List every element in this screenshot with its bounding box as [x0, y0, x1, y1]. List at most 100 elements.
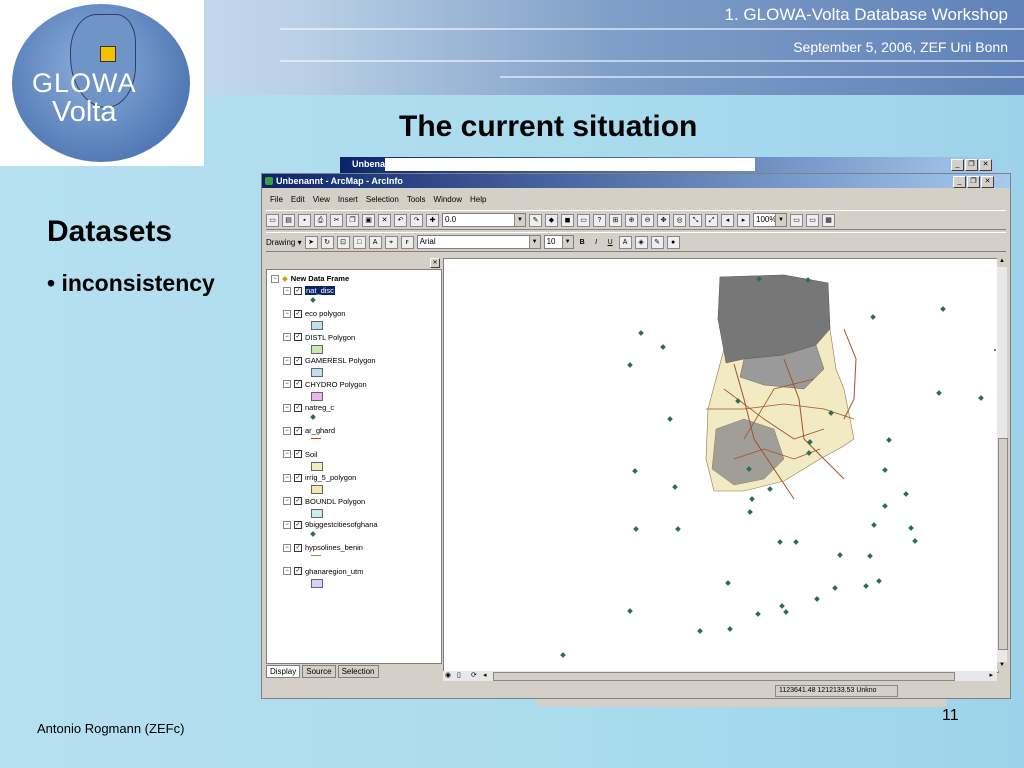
menu-file[interactable]: File [270, 195, 283, 204]
background-window-titlebar[interactable]: Unbenan _ ❐ ✕ [340, 157, 996, 173]
delete-icon[interactable]: ✕ [378, 213, 391, 227]
layer-item[interactable]: − ✓ eco polygon [283, 309, 345, 318]
vertical-scroll-thumb[interactable] [998, 438, 1008, 650]
close-button[interactable]: ✕ [981, 176, 994, 188]
collapse-icon[interactable]: − [283, 333, 291, 342]
text-tool-icon[interactable]: A [368, 235, 382, 249]
visibility-checkbox[interactable]: ✓ [294, 356, 302, 365]
map-canvas[interactable] [444, 259, 998, 672]
arccatalog-icon[interactable]: ◼ [561, 213, 574, 227]
data-frame-item[interactable]: − ◆ New Data Frame [271, 274, 349, 283]
collapse-icon[interactable]: − [283, 567, 291, 576]
layer-item[interactable]: − ✓ ghanaregion_utm [283, 567, 363, 576]
collapse-icon[interactable]: − [283, 520, 291, 529]
tab-source[interactable]: Source [302, 665, 336, 678]
rectangle-icon[interactable]: □ [352, 235, 366, 249]
chevron-down-icon[interactable]: ▼ [514, 214, 525, 226]
zoom-in-icon[interactable]: ⊕ [625, 213, 638, 227]
tab-selection[interactable]: Selection [337, 665, 379, 678]
collapse-icon[interactable]: − [283, 497, 291, 506]
fixed-zoom-in-icon[interactable]: ⤡ [689, 213, 702, 227]
visibility-checkbox[interactable]: ✓ [294, 473, 302, 482]
map-scale-input[interactable]: 0.0 ▼ [442, 213, 526, 227]
paste-icon[interactable]: ▣ [362, 213, 375, 227]
open-folder-icon[interactable]: ▤ [282, 213, 295, 227]
layer-item[interactable]: − ✓ 9biggestcitiesofghana [283, 520, 378, 529]
layer-item[interactable]: − ✓ CHYDRO Polygon [283, 380, 367, 389]
collapse-icon[interactable]: − [283, 380, 291, 389]
print-icon[interactable]: ⎙ [314, 213, 327, 227]
italic-button[interactable]: I [591, 237, 602, 248]
collapse-icon[interactable]: − [271, 274, 279, 283]
whats-this-icon[interactable]: ? [593, 213, 606, 227]
back-extent-icon[interactable]: ◂ [721, 213, 734, 227]
collapse-icon[interactable]: − [283, 426, 291, 435]
layer-item[interactable]: − ✓ BOUNDL Polygon [283, 497, 365, 506]
new-document-icon[interactable]: ▭ [266, 213, 279, 227]
refresh-icon[interactable]: ⟳ [471, 671, 477, 679]
copy-icon[interactable]: ❐ [346, 213, 359, 227]
zoom-combo[interactable]: 100% ▼ [753, 213, 787, 227]
collapse-icon[interactable]: − [283, 473, 291, 482]
drawing-menu[interactable]: Drawing ▾ [266, 238, 302, 247]
scroll-up-icon[interactable]: ▲ [997, 258, 1007, 267]
visibility-checkbox[interactable]: ✓ [294, 567, 302, 576]
visibility-checkbox[interactable]: ✓ [294, 450, 302, 459]
add-data-icon[interactable]: ✚ [426, 213, 439, 227]
menu-selection[interactable]: Selection [366, 195, 399, 204]
collapse-icon[interactable]: − [283, 356, 291, 365]
layer-item[interactable]: − ✓ irrig_5_polygon [283, 473, 356, 482]
bold-button[interactable]: B [577, 237, 588, 248]
menu-window[interactable]: Window [434, 195, 462, 204]
arctoolbox-icon[interactable]: ◆ [545, 213, 558, 227]
horizontal-scroll-thumb[interactable] [493, 672, 955, 681]
scroll-right-icon[interactable]: ▸ [989, 671, 993, 679]
layer-item[interactable]: − ✓ GAMERESL Polygon [283, 356, 376, 365]
layer-item[interactable]: − ✓ Soil [283, 450, 318, 459]
collapse-icon[interactable]: − [283, 286, 291, 295]
visibility-checkbox[interactable]: ✓ [294, 426, 302, 435]
visibility-checkbox[interactable]: ✓ [294, 286, 302, 295]
page-icon[interactable]: ▭ [790, 213, 803, 227]
collapse-icon[interactable]: − [283, 450, 291, 459]
marker-color-icon[interactable]: ● [666, 235, 680, 249]
edit-vertices-icon[interactable]: ⌖ [384, 235, 398, 249]
visibility-checkbox[interactable]: ✓ [294, 497, 302, 506]
chevron-down-icon[interactable]: ▼ [775, 214, 786, 226]
minimize-button[interactable]: _ [953, 176, 966, 188]
restore-button[interactable]: ❐ [965, 159, 978, 171]
fill-color-icon[interactable]: ◈ [634, 235, 648, 249]
visibility-checkbox[interactable]: ✓ [294, 333, 302, 342]
full-extent-icon[interactable]: ◎ [673, 213, 686, 227]
editor-toolbar-icon[interactable]: ✎ [529, 213, 542, 227]
select-elements-icon[interactable]: ➤ [304, 235, 318, 249]
layout-view-icon[interactable]: ▯ [457, 671, 461, 679]
collapse-icon[interactable]: − [283, 403, 291, 412]
pan-icon[interactable]: ✥ [657, 213, 670, 227]
font-color-icon[interactable]: A [618, 235, 632, 249]
cut-icon[interactable]: ✂ [330, 213, 343, 227]
layer-item[interactable]: − ✓ natreg_c [283, 403, 334, 412]
menu-view[interactable]: View [313, 195, 330, 204]
close-icon[interactable]: ✕ [430, 258, 440, 268]
menu-tools[interactable]: Tools [407, 195, 426, 204]
scroll-left-icon[interactable]: ◂ [483, 671, 487, 679]
layer-item[interactable]: − ✓ nat_disc [283, 286, 335, 295]
forward-extent-icon[interactable]: ▸ [737, 213, 750, 227]
chevron-down-icon[interactable]: ▼ [528, 236, 540, 248]
layer-item[interactable]: − ✓ DISTL Polygon [283, 333, 355, 342]
page-width-icon[interactable]: ▭ [806, 213, 819, 227]
collapse-icon[interactable]: − [283, 543, 291, 552]
restore-button[interactable]: ❐ [967, 176, 980, 188]
save-icon[interactable]: ▪ [298, 213, 311, 227]
redo-icon[interactable]: ↷ [410, 213, 423, 227]
close-button[interactable]: ✕ [979, 159, 992, 171]
underline-button[interactable]: U [605, 237, 616, 248]
visibility-checkbox[interactable]: ✓ [294, 380, 302, 389]
font-size-select[interactable]: 10 ▼ [543, 235, 574, 249]
menu-help[interactable]: Help [470, 195, 486, 204]
chevron-down-icon[interactable]: ▼ [561, 236, 573, 248]
zoom-whole-page-icon[interactable]: ⊡ [336, 235, 350, 249]
rotate-icon[interactable]: ↻ [320, 235, 334, 249]
map-horizontal-scrollbar[interactable]: ◉ ▯ ⟳ ◂ ▸ [443, 671, 997, 681]
